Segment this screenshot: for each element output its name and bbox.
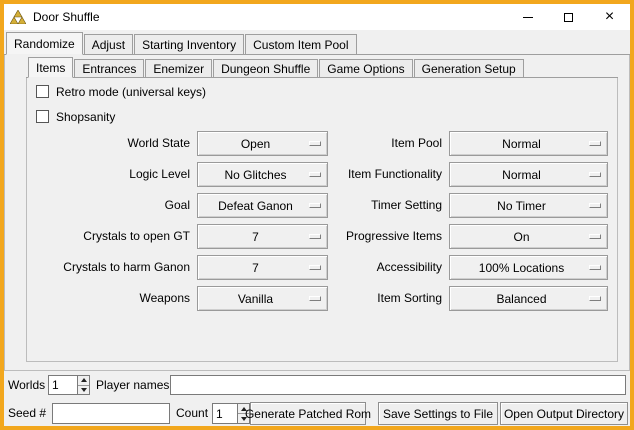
shopsanity-label: Shopsanity xyxy=(56,110,115,124)
outer-tab-bar: Randomize Adjust Starting Inventory Cust… xyxy=(4,32,630,55)
open-output-directory-button[interactable]: Open Output Directory xyxy=(500,402,628,425)
minimize-button[interactable] xyxy=(507,4,548,30)
window-controls: × xyxy=(507,4,630,30)
worlds-spinbox xyxy=(48,375,90,395)
seed-label: Seed # xyxy=(8,403,46,424)
inner-tab-bar: Items Entrances Enemizer Dungeon Shuffle… xyxy=(26,57,618,78)
tab-entrances[interactable]: Entrances xyxy=(74,59,144,77)
item-functionality-dropdown[interactable]: Normal xyxy=(449,162,608,187)
timer-setting-label: Timer Setting xyxy=(284,193,442,218)
item-sorting-label: Item Sorting xyxy=(284,286,442,311)
worlds-input[interactable] xyxy=(48,375,77,395)
crystals-open-gt-value: 7 xyxy=(252,230,273,244)
player-names-input[interactable] xyxy=(170,375,626,395)
logic-level-label: Logic Level xyxy=(34,162,190,187)
weapons-label: Weapons xyxy=(34,286,190,311)
timer-setting-value: No Timer xyxy=(497,199,560,213)
worlds-label: Worlds xyxy=(8,375,45,395)
timer-setting-dropdown[interactable]: No Timer xyxy=(449,193,608,218)
item-functionality-value: Normal xyxy=(502,168,555,182)
dropdown-indicator-icon xyxy=(589,141,601,146)
seed-input[interactable] xyxy=(52,403,170,424)
checkbox-box-icon xyxy=(36,85,49,98)
progressive-items-value: On xyxy=(513,230,543,244)
dropdown-indicator-icon xyxy=(589,265,601,270)
accessibility-dropdown[interactable]: 100% Locations xyxy=(449,255,608,280)
worlds-spin-up-button[interactable] xyxy=(78,376,89,385)
up-arrow-icon xyxy=(81,378,87,382)
retro-mode-label: Retro mode (universal keys) xyxy=(56,85,206,99)
weapons-value: Vanilla xyxy=(238,292,287,306)
item-pool-label: Item Pool xyxy=(284,131,442,156)
world-state-value: Open xyxy=(241,137,284,151)
crystals-harm-ganon-label: Crystals to harm Ganon xyxy=(34,255,190,280)
item-sorting-dropdown[interactable]: Balanced xyxy=(449,286,608,311)
save-settings-button[interactable]: Save Settings to File xyxy=(378,402,498,425)
close-icon: × xyxy=(605,9,614,25)
worlds-spin-down-button[interactable] xyxy=(78,385,89,395)
tab-randomize[interactable]: Randomize xyxy=(6,32,83,55)
worlds-spin-buttons xyxy=(77,375,90,395)
close-button[interactable]: × xyxy=(589,4,630,30)
item-pool-dropdown[interactable]: Normal xyxy=(449,131,608,156)
tab-custom-item-pool[interactable]: Custom Item Pool xyxy=(245,34,356,54)
generate-patched-rom-button[interactable]: Generate Patched Rom xyxy=(250,402,366,425)
client-area: Randomize Adjust Starting Inventory Cust… xyxy=(4,30,630,426)
tab-starting-inventory[interactable]: Starting Inventory xyxy=(134,34,244,54)
tab-items[interactable]: Items xyxy=(28,57,73,78)
world-state-label: World State xyxy=(34,131,190,156)
dropdown-indicator-icon xyxy=(589,296,601,301)
checkbox-box-icon xyxy=(36,110,49,123)
progressive-items-dropdown[interactable]: On xyxy=(449,224,608,249)
down-arrow-icon xyxy=(81,388,87,392)
maximize-button[interactable] xyxy=(548,4,589,30)
tab-generation-setup[interactable]: Generation Setup xyxy=(414,59,524,77)
titlebar: Door Shuffle × xyxy=(4,4,630,30)
window-title: Door Shuffle xyxy=(33,10,100,24)
dropdown-indicator-icon xyxy=(589,203,601,208)
tab-dungeon-shuffle[interactable]: Dungeon Shuffle xyxy=(213,59,318,77)
item-sorting-value: Balanced xyxy=(496,292,560,306)
count-input[interactable] xyxy=(212,403,237,424)
window: Door Shuffle × Randomize Adjust Starting… xyxy=(0,0,634,430)
dropdown-indicator-icon xyxy=(589,234,601,239)
tab-game-options[interactable]: Game Options xyxy=(319,59,412,77)
goal-label: Goal xyxy=(34,193,190,218)
dropdown-indicator-icon xyxy=(589,172,601,177)
app-icon xyxy=(10,10,26,24)
accessibility-label: Accessibility xyxy=(284,255,442,280)
minimize-icon xyxy=(523,17,533,18)
item-functionality-label: Item Functionality xyxy=(284,162,442,187)
shopsanity-checkbox[interactable]: Shopsanity xyxy=(36,109,115,124)
crystals-harm-ganon-value: 7 xyxy=(252,261,273,275)
item-pool-value: Normal xyxy=(502,137,555,151)
tab-adjust[interactable]: Adjust xyxy=(84,34,133,54)
accessibility-value: 100% Locations xyxy=(479,261,578,275)
progressive-items-label: Progressive Items xyxy=(284,224,442,249)
crystals-open-gt-label: Crystals to open GT xyxy=(34,224,190,249)
count-label: Count xyxy=(176,403,208,424)
maximize-icon xyxy=(564,13,573,22)
retro-mode-checkbox[interactable]: Retro mode (universal keys) xyxy=(36,84,206,99)
player-names-label: Player names xyxy=(96,375,169,395)
tab-enemizer[interactable]: Enemizer xyxy=(145,59,212,77)
